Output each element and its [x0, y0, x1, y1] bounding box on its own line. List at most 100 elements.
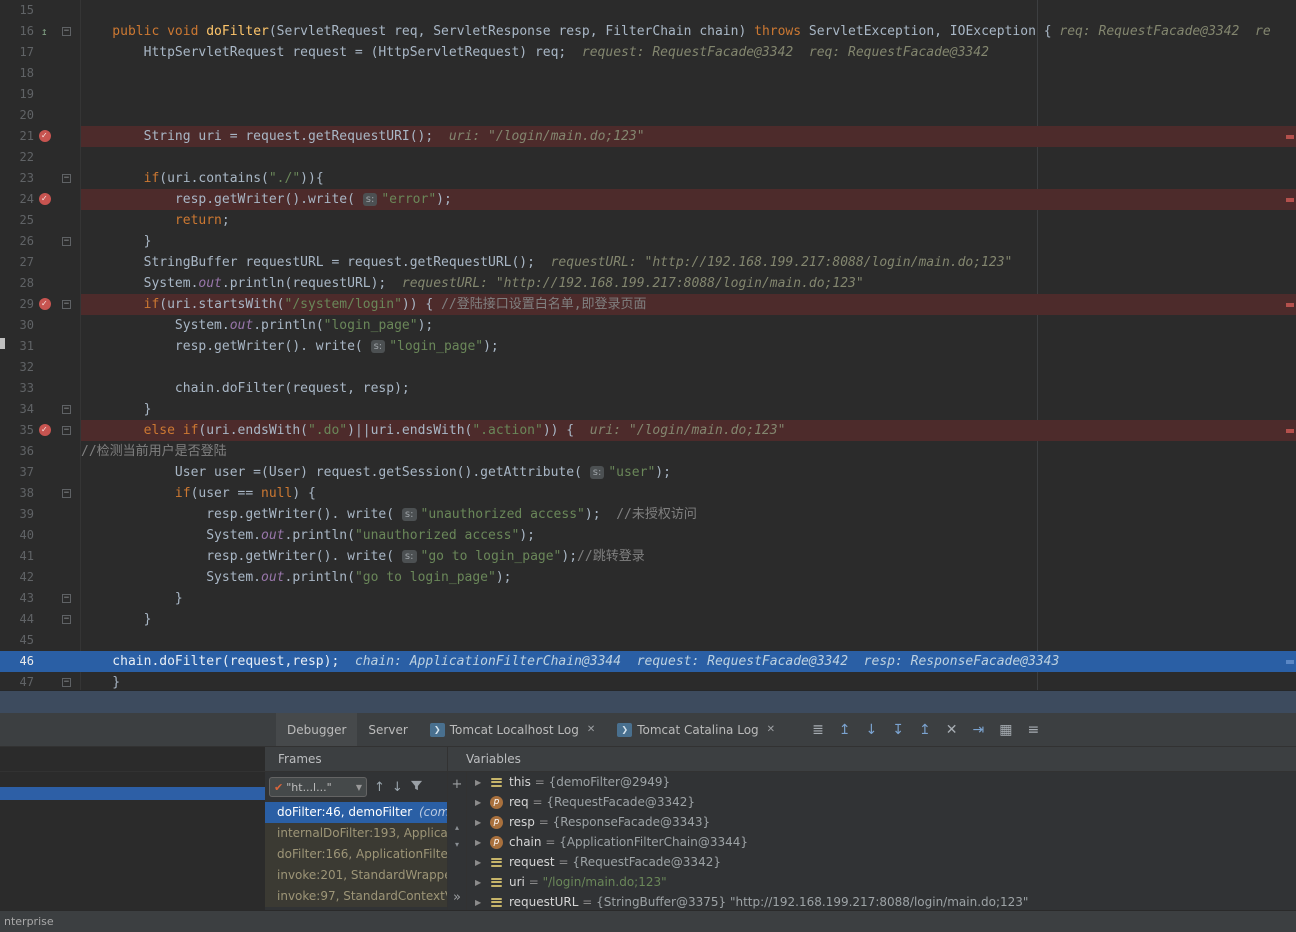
gutter-icon-slot[interactable]	[34, 399, 58, 420]
gutter-icon-slot[interactable]	[34, 294, 58, 315]
tab-debugger[interactable]: Debugger	[276, 713, 357, 746]
code-text[interactable]: if(uri.startsWith("/system/login")) { //…	[81, 294, 1296, 315]
code-area[interactable]: 1516↥− public void doFilter(ServletReque…	[0, 0, 1296, 690]
frame-previous-icon[interactable]: ↑	[374, 781, 385, 794]
line-number[interactable]: 22	[0, 147, 34, 168]
fold-column[interactable]	[58, 189, 81, 210]
code-line-15[interactable]: 15	[0, 0, 1296, 21]
code-text[interactable]	[81, 630, 1296, 651]
thread-selector-dropdown[interactable]: ✔ "ht...l..." ▼	[269, 777, 367, 797]
fold-column[interactable]	[58, 105, 81, 126]
code-line-40[interactable]: 40 System.out.println("unauthorized acce…	[0, 525, 1296, 546]
code-line-22[interactable]: 22	[0, 147, 1296, 168]
code-line-44[interactable]: 44− }	[0, 609, 1296, 630]
gutter-icon-slot[interactable]	[34, 231, 58, 252]
code-line-18[interactable]: 18	[0, 63, 1296, 84]
line-number[interactable]: 40	[0, 525, 34, 546]
expand-arrow-icon[interactable]: ▶	[475, 798, 490, 807]
add-watch-icon[interactable]: +	[452, 778, 463, 791]
gutter-icon-slot[interactable]	[34, 483, 58, 504]
line-number[interactable]: 36	[0, 441, 34, 462]
line-number[interactable]: 43	[0, 588, 34, 609]
gutter-icon-slot[interactable]	[34, 567, 58, 588]
code-text[interactable]: resp.getWriter(). write( s:"unauthorized…	[81, 504, 1296, 525]
breakpoint-stripe-mark[interactable]	[1286, 135, 1294, 139]
variable-row-req[interactable]: ▶preq = {RequestFacade@3342}	[467, 792, 1296, 812]
fold-marker-icon[interactable]: −	[62, 489, 71, 498]
expand-arrow-icon[interactable]: ▶	[475, 778, 490, 787]
scroll-down-arrow-icon[interactable]: ↓	[866, 723, 878, 737]
gutter-icon-slot[interactable]	[34, 651, 58, 672]
line-number[interactable]: 37	[0, 462, 34, 483]
execution-stripe-mark[interactable]	[1286, 660, 1294, 664]
line-number[interactable]: 44	[0, 609, 34, 630]
code-text[interactable]: public void doFilter(ServletRequest req,…	[81, 21, 1296, 42]
code-line-31[interactable]: 31 resp.getWriter(). write( s:"login_pag…	[0, 336, 1296, 357]
variable-row-requestURL[interactable]: ▶requestURL = {StringBuffer@3375} "http:…	[467, 892, 1296, 910]
fold-column[interactable]	[58, 357, 81, 378]
line-number[interactable]: 45	[0, 630, 34, 651]
gutter-icon-slot[interactable]	[34, 105, 58, 126]
variable-row-this[interactable]: ▶this = {demoFilter@2949}	[467, 772, 1296, 792]
gutter-icon-slot[interactable]	[34, 189, 58, 210]
code-text[interactable]: System.out.println("go to login_page");	[81, 567, 1296, 588]
gutter-icon-slot[interactable]	[34, 0, 58, 21]
code-text[interactable]	[81, 357, 1296, 378]
line-number[interactable]: 16	[0, 21, 34, 42]
code-line-24[interactable]: 24 resp.getWriter().write( s:"error");	[0, 189, 1296, 210]
fold-column[interactable]: −	[58, 609, 81, 630]
tab-tomcat-catalina-log[interactable]: ❯Tomcat Catalina Log✕	[606, 713, 786, 746]
stack-frame-item[interactable]: invoke:201, StandardWrappe	[265, 865, 447, 886]
fold-marker-icon[interactable]: −	[62, 27, 71, 36]
gutter-icon-slot[interactable]	[34, 210, 58, 231]
stack-frame-item[interactable]: doFilter:166, ApplicationFilter	[265, 844, 447, 865]
line-number[interactable]: 32	[0, 357, 34, 378]
breakpoint-stripe-mark[interactable]	[1286, 303, 1294, 307]
code-text[interactable]	[81, 147, 1296, 168]
code-text[interactable]: }	[81, 399, 1296, 420]
line-number[interactable]: 42	[0, 567, 34, 588]
fold-column[interactable]	[58, 84, 81, 105]
code-line-26[interactable]: 26− }	[0, 231, 1296, 252]
grid-layout-icon[interactable]: ▦	[999, 723, 1012, 737]
expand-arrow-icon[interactable]: ▶	[475, 838, 490, 847]
code-text[interactable]: System.out.println("login_page");	[81, 315, 1296, 336]
fold-column[interactable]	[58, 630, 81, 651]
layout-settings-icon[interactable]: ≣	[812, 723, 824, 737]
gutter-icon-slot[interactable]: ↥	[34, 21, 58, 42]
fold-column[interactable]	[58, 273, 81, 294]
fold-column[interactable]: −	[58, 483, 81, 504]
code-line-46[interactable]: 46 chain.doFilter(request,resp); chain: …	[0, 651, 1296, 672]
stack-frame-item[interactable]: doFilter:46, demoFilter (com	[265, 802, 447, 823]
variable-row-resp[interactable]: ▶presp = {ResponseFacade@3343}	[467, 812, 1296, 832]
line-number[interactable]: 27	[0, 252, 34, 273]
code-text[interactable]: HttpServletRequest request = (HttpServle…	[81, 42, 1296, 63]
code-line-17[interactable]: 17 HttpServletRequest request = (HttpSer…	[0, 42, 1296, 63]
code-text[interactable]: System.out.println("unauthorized access"…	[81, 525, 1296, 546]
variable-row-uri[interactable]: ▶uri = "/login/main.do;123"	[467, 872, 1296, 892]
line-number[interactable]: 24	[0, 189, 34, 210]
gutter-icon-slot[interactable]	[34, 273, 58, 294]
fold-column[interactable]	[58, 315, 81, 336]
code-text[interactable]: if(uri.contains("./")){	[81, 168, 1296, 189]
close-icon[interactable]: ✕	[587, 724, 595, 735]
line-number[interactable]: 28	[0, 273, 34, 294]
code-text[interactable]	[81, 0, 1296, 21]
gutter-icon-slot[interactable]	[34, 252, 58, 273]
more-icon[interactable]: »	[453, 891, 461, 904]
code-editor[interactable]: 1516↥− public void doFilter(ServletReque…	[0, 0, 1296, 690]
line-number[interactable]: 34	[0, 399, 34, 420]
code-text[interactable]	[81, 63, 1296, 84]
code-text[interactable]	[81, 105, 1296, 126]
line-number[interactable]: 41	[0, 546, 34, 567]
view-options-icon[interactable]: ≡	[1027, 723, 1039, 737]
expand-arrow-icon[interactable]: ▶	[475, 858, 490, 867]
fold-column[interactable]: −	[58, 672, 81, 690]
fold-column[interactable]	[58, 441, 81, 462]
code-line-29[interactable]: 29− if(uri.startsWith("/system/login")) …	[0, 294, 1296, 315]
frame-next-icon[interactable]: ↓	[392, 781, 403, 794]
line-number[interactable]: 35	[0, 420, 34, 441]
code-line-39[interactable]: 39 resp.getWriter(). write( s:"unauthori…	[0, 504, 1296, 525]
code-text[interactable]: User user =(User) request.getSession().g…	[81, 462, 1296, 483]
code-line-42[interactable]: 42 System.out.println("go to login_page"…	[0, 567, 1296, 588]
